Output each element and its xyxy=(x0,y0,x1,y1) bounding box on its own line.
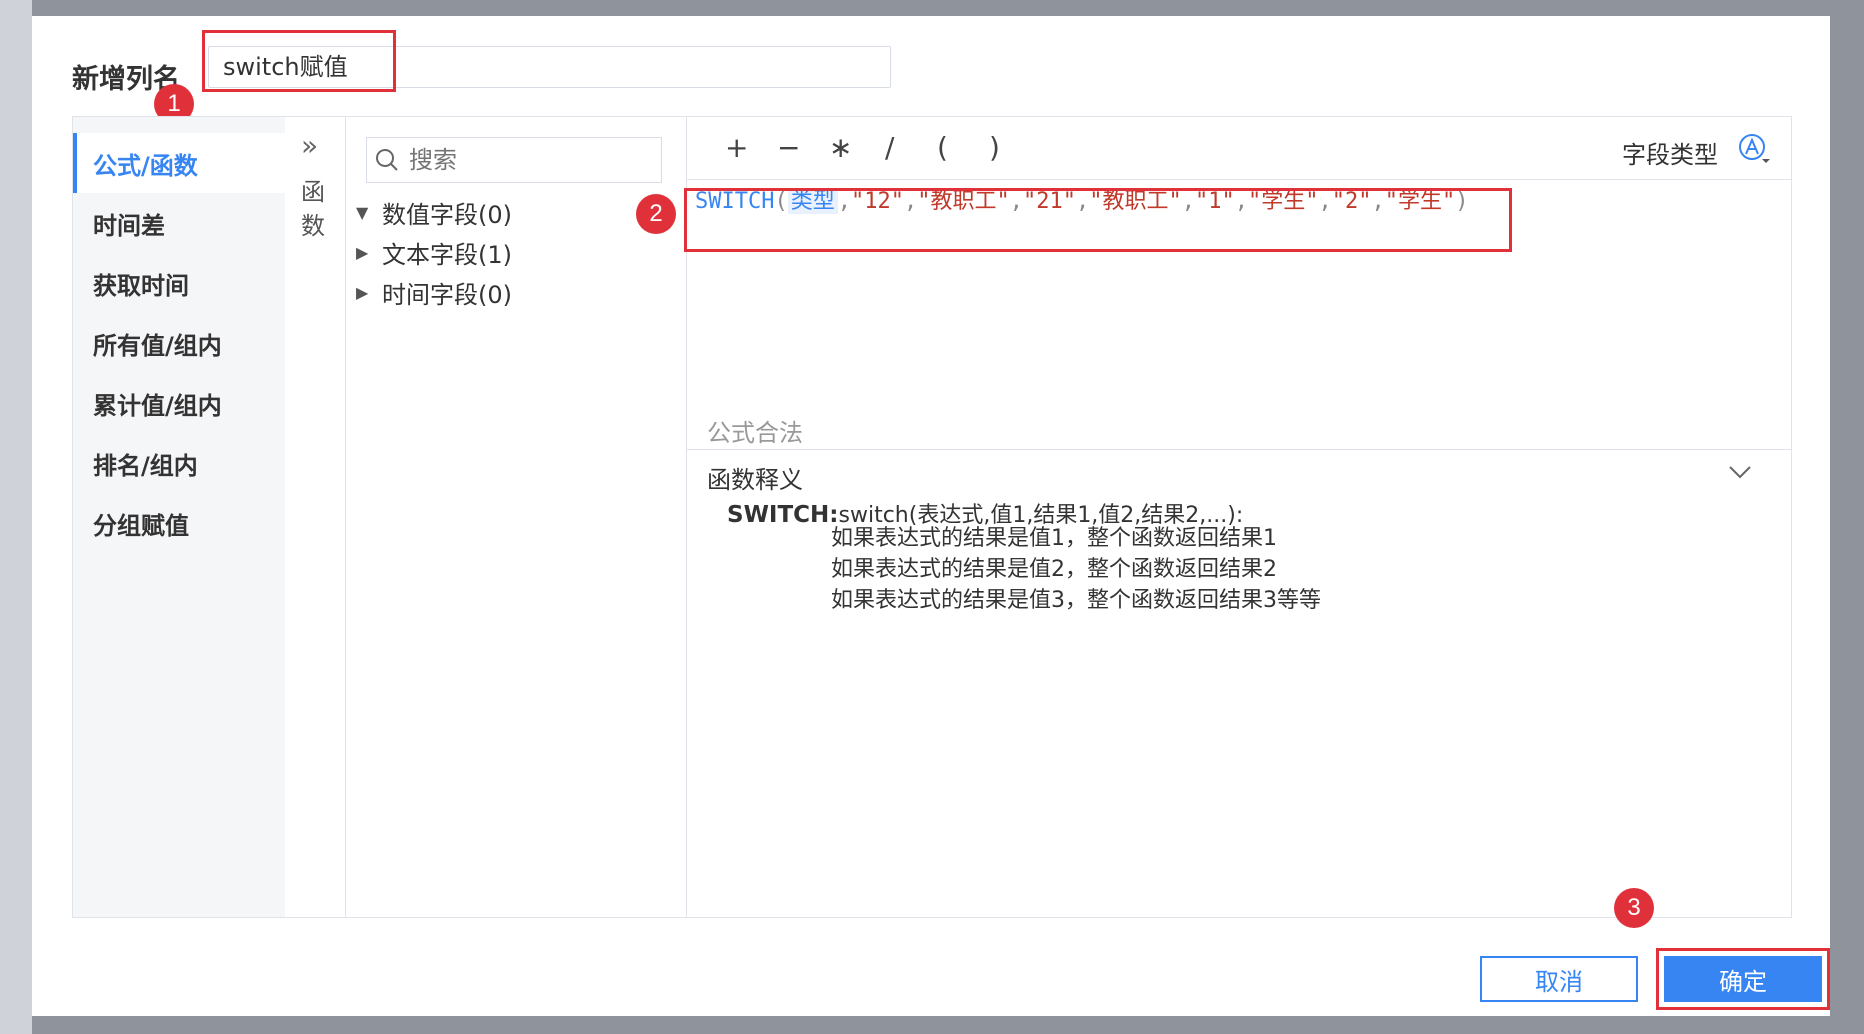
close-paren-button[interactable]: ) xyxy=(989,131,1000,164)
tree-group-time[interactable]: ▶ 时间字段(0) xyxy=(356,275,512,310)
caret-down-icon: ▼ xyxy=(356,203,369,222)
description-header[interactable]: 函数释义 xyxy=(687,449,1792,496)
tree-group-text[interactable]: ▶ 文本字段(1) xyxy=(356,235,512,270)
nav-item-all-values[interactable]: 所有值/组内 xyxy=(73,313,285,373)
description-func-name: SWITCH: xyxy=(727,502,839,528)
field-panel: ▼ 数值字段(0) ▶ 文本字段(1) ▶ 时间字段(0) xyxy=(346,117,687,917)
description-body: SWITCH:switch(表达式,值1,结果1,值2,结果2,...): 如果… xyxy=(727,497,1321,613)
function-label: 函 数 xyxy=(301,175,329,243)
function-panel-toggle[interactable]: » 函 数 xyxy=(285,117,346,917)
minus-button[interactable]: − xyxy=(777,131,800,164)
plus-button[interactable]: + xyxy=(725,131,748,164)
description-lines: 如果表达式的结果是值1，整个函数返回结果1 如果表达式的结果是值2，整个函数返回… xyxy=(831,523,1321,616)
nav-item-time-diff[interactable]: 时间差 xyxy=(73,193,285,253)
nav-item-get-time[interactable]: 获取时间 xyxy=(73,253,285,313)
open-paren-button[interactable]: ( xyxy=(937,131,948,164)
nav-item-formula[interactable]: 公式/函数 xyxy=(73,133,285,193)
nav-item-rank[interactable]: 排名/组内 xyxy=(73,433,285,493)
caret-right-icon: ▶ xyxy=(356,283,369,302)
tree-group-label: 文本字段(1) xyxy=(382,241,512,269)
formula-status: 公式合法 xyxy=(707,419,803,447)
double-chevron-right-icon[interactable]: » xyxy=(301,129,318,162)
add-column-dialog: 新增列名 switch赋值 1 公式/函数 时间差 获取时间 所有值/组内 累计… xyxy=(32,16,1830,1016)
nav-item-cumulative[interactable]: 累计值/组内 xyxy=(73,373,285,433)
step-badge-2: 2 xyxy=(636,194,676,234)
left-nav: 公式/函数 时间差 获取时间 所有值/组内 累计值/组内 排名/组内 分组赋值 xyxy=(73,117,285,917)
step-badge-3: 3 xyxy=(1614,888,1654,928)
tree-group-label: 数值字段(0) xyxy=(382,201,512,229)
field-search[interactable] xyxy=(366,137,662,183)
description-line: 如果表达式的结果是值1，整个函数返回结果1 xyxy=(831,526,1277,551)
field-type-label: 字段类型 xyxy=(1622,141,1718,169)
text-type-icon[interactable] xyxy=(1738,133,1772,167)
description-line: 如果表达式的结果是值3，整个函数返回结果3等等 xyxy=(831,588,1321,613)
background-window-strip xyxy=(0,0,32,1034)
nav-item-group-assign[interactable]: 分组赋值 xyxy=(73,493,285,553)
chevron-down-icon[interactable] xyxy=(1728,464,1752,484)
function-label-char-1: 函 xyxy=(301,178,325,206)
search-input[interactable] xyxy=(407,145,641,175)
highlight-box-2 xyxy=(684,188,1512,252)
tree-group-label: 时间字段(0) xyxy=(382,281,512,309)
cancel-button[interactable]: 取消 xyxy=(1480,956,1638,1002)
function-label-char-2: 数 xyxy=(301,212,325,240)
divide-button[interactable]: / xyxy=(885,131,894,164)
highlight-box-3 xyxy=(1656,948,1830,1010)
tree-group-numeric[interactable]: ▼ 数值字段(0) xyxy=(356,195,512,230)
description-line: 如果表达式的结果是值2，整个函数返回结果2 xyxy=(831,557,1277,582)
description-title: 函数释义 xyxy=(707,466,803,494)
search-icon xyxy=(367,147,407,173)
caret-right-icon: ▶ xyxy=(356,243,369,262)
highlight-box-1 xyxy=(202,30,396,92)
multiply-button[interactable]: ∗ xyxy=(829,131,852,164)
operator-toolbar: + − ∗ / ( ) 字段类型 xyxy=(687,117,1792,180)
